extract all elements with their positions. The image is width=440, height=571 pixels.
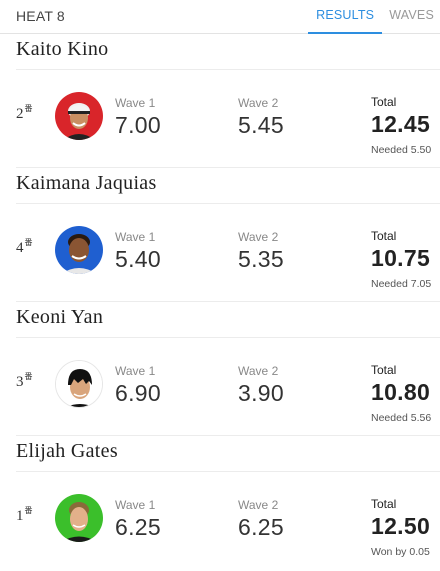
wave-1-score: 7.00 bbox=[115, 112, 161, 138]
wave-1: Wave 1 7.00 bbox=[115, 96, 161, 139]
total-score: 10.80 bbox=[371, 379, 431, 405]
seed-suffix: 番 bbox=[24, 506, 33, 515]
wave-1: Wave 1 5.40 bbox=[115, 230, 161, 273]
wave-2: Wave 2 6.25 bbox=[238, 498, 284, 541]
wave-2: Wave 2 5.35 bbox=[238, 230, 284, 273]
wave-2-score: 6.25 bbox=[238, 514, 284, 540]
surfer-name: Keoni Yan bbox=[16, 306, 104, 328]
total-label: Total bbox=[371, 363, 397, 377]
wave-1: Wave 1 6.90 bbox=[115, 364, 161, 407]
surfer-row-4[interactable]: Elijah Gates 1番 Wave 1 6.25 Wave 2 6.25 … bbox=[0, 436, 440, 570]
wave-1-score: 5.40 bbox=[115, 246, 161, 272]
seed-number: 1 bbox=[16, 508, 24, 524]
surfer-name: Kaimana Jaquias bbox=[16, 172, 157, 194]
wave-2-score: 5.35 bbox=[238, 246, 284, 272]
wave-2: Wave 2 5.45 bbox=[238, 96, 284, 139]
wave-2: Wave 2 3.90 bbox=[238, 364, 284, 407]
wave-1-label: Wave 1 bbox=[115, 96, 156, 110]
wave-2-label: Wave 2 bbox=[238, 96, 279, 110]
seed-position: 2番 bbox=[16, 104, 33, 123]
won-by-score: Won by 0.05 bbox=[371, 546, 430, 558]
surfer-row-2[interactable]: Kaimana Jaquias 4番 Wave 1 5.40 Wave 2 5.… bbox=[0, 168, 440, 302]
status-label: Won by bbox=[371, 546, 407, 558]
divider bbox=[16, 203, 440, 204]
seed-position: 1番 bbox=[16, 506, 33, 525]
tab-bar: RESULTS WAVES bbox=[308, 0, 440, 34]
status-value: 5.50 bbox=[410, 144, 432, 156]
wave-1-label: Wave 1 bbox=[115, 364, 156, 378]
wave-2-score: 3.90 bbox=[238, 380, 284, 406]
divider bbox=[16, 337, 440, 338]
total-label: Total bbox=[371, 95, 397, 109]
total: Total 12.45 bbox=[371, 95, 430, 138]
wave-2-score: 5.45 bbox=[238, 112, 284, 138]
total-label: Total bbox=[371, 497, 397, 511]
total-label: Total bbox=[371, 229, 397, 243]
wave-1: Wave 1 6.25 bbox=[115, 498, 161, 541]
wave-1-label: Wave 1 bbox=[115, 498, 156, 512]
avatar bbox=[55, 92, 103, 140]
seed-position: 3番 bbox=[16, 372, 33, 391]
status-value: 5.56 bbox=[410, 412, 432, 424]
divider bbox=[16, 69, 440, 70]
surfer-row-3[interactable]: Keoni Yan 3番 Wave 1 6.90 Wave 2 3.90 Tot… bbox=[0, 302, 440, 436]
total: Total 10.80 bbox=[371, 363, 430, 406]
surfer-name: Elijah Gates bbox=[16, 440, 118, 462]
total: Total 12.50 bbox=[371, 497, 430, 540]
total-score: 12.45 bbox=[371, 111, 431, 137]
status-value: 7.05 bbox=[410, 278, 432, 290]
tab-waves[interactable]: WAVES bbox=[382, 0, 440, 34]
avatar bbox=[55, 360, 103, 408]
wave-2-label: Wave 2 bbox=[238, 498, 279, 512]
surfer-name: Kaito Kino bbox=[16, 38, 109, 60]
status-label: Needed bbox=[371, 144, 408, 156]
wave-1-label: Wave 1 bbox=[115, 230, 156, 244]
heat-title: HEAT 8 bbox=[16, 8, 65, 24]
status-value: 0.05 bbox=[409, 546, 430, 558]
heat-header: HEAT 8 RESULTS WAVES bbox=[0, 0, 440, 34]
total: Total 10.75 bbox=[371, 229, 430, 272]
needed-score: Needed 7.05 bbox=[371, 278, 431, 290]
status-label: Needed bbox=[371, 278, 408, 290]
surfer-row-1[interactable]: Kaito Kino 2番 Wave 1 7.00 Wave 2 5.45 To… bbox=[0, 34, 440, 168]
needed-score: Needed 5.50 bbox=[371, 144, 431, 156]
seed-number: 4 bbox=[16, 240, 24, 256]
total-score: 12.50 bbox=[371, 513, 431, 539]
seed-position: 4番 bbox=[16, 238, 33, 257]
seed-suffix: 番 bbox=[24, 372, 33, 381]
divider bbox=[16, 471, 440, 472]
wave-1-score: 6.90 bbox=[115, 380, 161, 406]
tab-results[interactable]: RESULTS bbox=[308, 0, 383, 34]
seed-number: 2 bbox=[16, 106, 24, 122]
avatar bbox=[55, 226, 103, 274]
seed-number: 3 bbox=[16, 374, 24, 390]
wave-1-score: 6.25 bbox=[115, 514, 161, 540]
total-score: 10.75 bbox=[371, 245, 431, 271]
wave-2-label: Wave 2 bbox=[238, 364, 279, 378]
seed-suffix: 番 bbox=[24, 104, 33, 113]
avatar bbox=[55, 494, 103, 542]
status-label: Needed bbox=[371, 412, 408, 424]
needed-score: Needed 5.56 bbox=[371, 412, 431, 424]
seed-suffix: 番 bbox=[24, 238, 33, 247]
wave-2-label: Wave 2 bbox=[238, 230, 279, 244]
